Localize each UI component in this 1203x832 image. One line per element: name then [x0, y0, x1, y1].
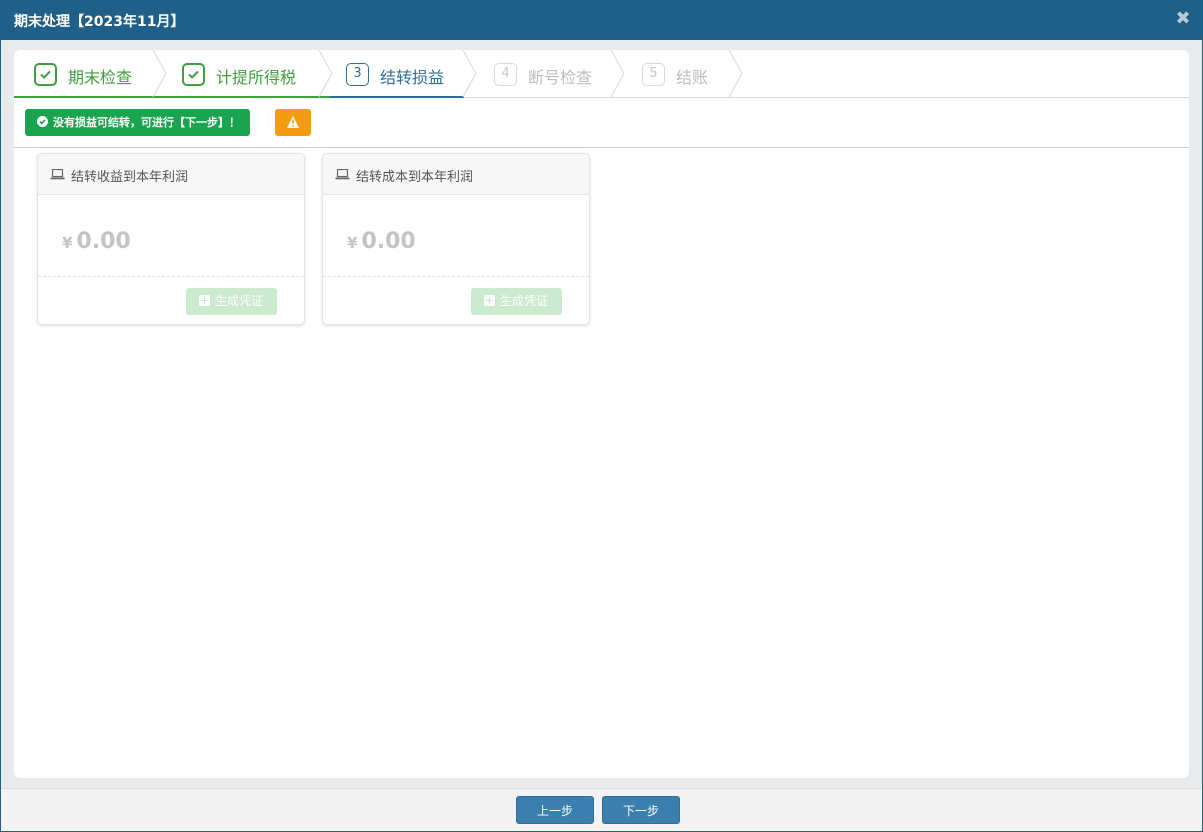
success-message: 没有损益可结转，可进行【下一步】！ [53, 116, 240, 129]
step-gap-check[interactable]: 4 断号检查 [478, 50, 614, 97]
generate-voucher-button[interactable]: 生成凭证 [186, 288, 277, 315]
card-header: 结转成本到本年利润 [323, 154, 589, 195]
card-footer: 生成凭证 [323, 276, 589, 324]
wizard-panel: 期末检查 计提所得税 3 结转损益 4 断号检查 5 结账 没有损益可结转，可进… [14, 50, 1189, 778]
step-label: 断号检查 [528, 68, 593, 87]
previous-step-button[interactable]: 上一步 [516, 796, 594, 824]
amount-display: ¥0.00 [62, 229, 131, 254]
plus-square-icon [199, 295, 210, 306]
dialog-titlebar: 期末处理【2023年11月】 ✖ [1, 1, 1202, 40]
card-transfer-cost: 结转成本到本年利润 ¥0.00 生成凭证 [322, 153, 590, 325]
check-icon [182, 63, 205, 86]
dialog-title: 期末处理【2023年11月】 [14, 14, 185, 30]
step-label: 结账 [676, 68, 709, 87]
amount-value: 0.00 [76, 229, 131, 254]
amount-value: 0.00 [361, 229, 416, 254]
step-period-check[interactable]: 期末检查 [14, 50, 164, 98]
success-badge: 没有损益可结转，可进行【下一步】！ [25, 109, 250, 136]
step-transfer-profit-loss[interactable]: 3 结转损益 [330, 50, 464, 98]
step-close-books[interactable]: 5 结账 [626, 50, 736, 97]
warning-icon [287, 116, 299, 128]
card-header: 结转收益到本年利润 [38, 154, 304, 195]
dialog-footer: 上一步 下一步 [1, 788, 1202, 831]
currency-symbol: ¥ [347, 234, 358, 252]
card-footer: 生成凭证 [38, 276, 304, 324]
card-transfer-revenue: 结转收益到本年利润 ¥0.00 生成凭证 [37, 153, 305, 325]
plus-square-icon [484, 295, 495, 306]
step-number: 4 [494, 63, 517, 86]
card-title: 结转收益到本年利润 [71, 170, 189, 185]
check-circle-icon [37, 116, 48, 127]
wizard-steps: 期末检查 计提所得税 3 结转损益 4 断号检查 5 结账 [14, 50, 1189, 98]
step-label: 结转损益 [380, 68, 445, 87]
period-end-dialog: 期末处理【2023年11月】 ✖ 期末检查 计提所得税 3 结转损益 4 断号检… [0, 0, 1203, 832]
step-label: 计提所得税 [216, 68, 297, 87]
button-label: 生成凭证 [215, 294, 264, 308]
check-icon [34, 63, 57, 86]
generate-voucher-button[interactable]: 生成凭证 [471, 288, 562, 315]
close-icon[interactable]: ✖ [1174, 10, 1192, 28]
laptop-icon [335, 169, 350, 180]
amount-display: ¥0.00 [347, 229, 416, 254]
button-label: 生成凭证 [500, 294, 549, 308]
step-separator [462, 50, 477, 97]
step-income-tax[interactable]: 计提所得税 [164, 50, 330, 98]
step-separator [610, 50, 625, 97]
warning-button[interactable] [275, 109, 311, 136]
currency-symbol: ¥ [62, 234, 73, 252]
notice-row: 没有损益可结转，可进行【下一步】！ [14, 98, 1189, 148]
step-separator [728, 50, 743, 97]
card-title: 结转成本到本年利润 [356, 170, 474, 185]
next-step-button[interactable]: 下一步 [602, 796, 680, 824]
step-number: 5 [642, 63, 665, 86]
step-label: 期末检查 [68, 68, 133, 87]
laptop-icon [50, 169, 65, 180]
step-number: 3 [346, 63, 369, 86]
